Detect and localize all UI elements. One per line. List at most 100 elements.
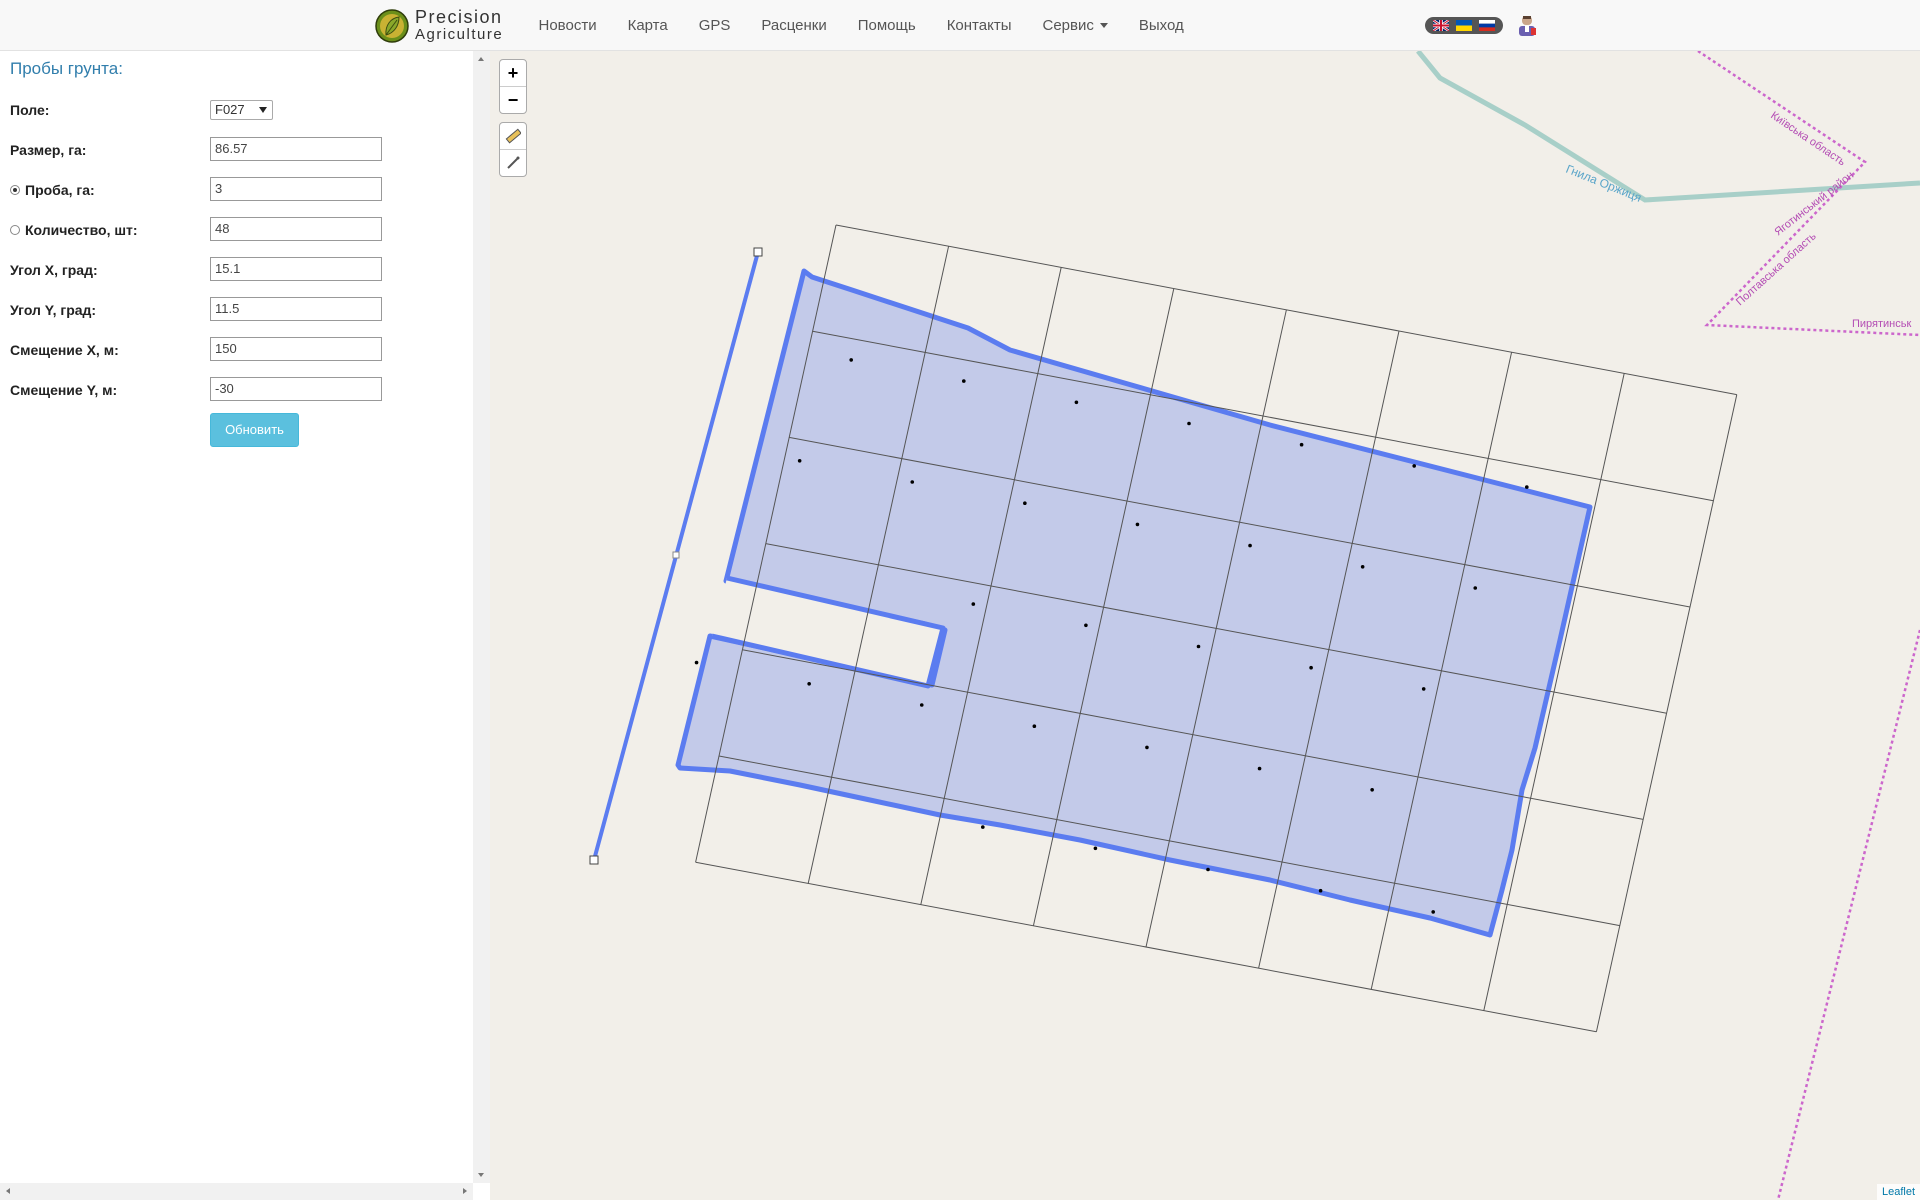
russia-flag-icon[interactable] [1479,20,1496,31]
sample-point[interactable] [849,358,853,362]
sample-point[interactable] [1093,846,1098,851]
nav-map[interactable]: Карта [612,17,683,34]
nav-service-label: Сервис [1042,16,1094,34]
offset-y-label: Смещение Y, м: [10,382,118,398]
angle-x-row: Угол X, град: [10,257,98,283]
sample-point[interactable] [910,480,915,484]
sample-point[interactable] [1074,400,1079,405]
attribution-link[interactable]: Leaflet [1882,1186,1915,1198]
ruler-icon [505,128,521,144]
user-avatar-icon[interactable] [1516,15,1538,37]
map-attribution[interactable]: Leaflet [1876,1184,1920,1200]
map-layer: Гнила Оржиця Київська область Яготинськи… [589,51,1920,1200]
size-input[interactable]: 86.57 [210,137,382,161]
river-label: Гнила Оржиця [1564,162,1644,205]
ruler-tool-button[interactable] [500,123,526,150]
offset-x-input[interactable]: 150 [210,337,382,361]
field-select[interactable]: F027 [210,100,273,120]
poltava-region-label: Полтавська область [1734,230,1819,308]
zoom-in-button[interactable]: + [500,60,526,87]
angle-y-row: Угол Y, град: [10,297,96,323]
nav-help[interactable]: Помощь [842,17,931,34]
scroll-down-icon[interactable] [478,1173,484,1177]
sample-point[interactable] [797,459,802,463]
panel-horizontal-scrollbar[interactable] [0,1183,473,1200]
soil-samples-panel: Пробы грунта: Поле: F027 Размер, га: 86.… [0,51,473,1200]
angle-y-input[interactable]: 11.5 [210,297,382,321]
district-boundary-line [1776,629,1920,1200]
sample-point[interactable] [962,379,966,383]
sample-point[interactable] [1473,586,1478,590]
sample-point[interactable] [1206,867,1210,872]
nav-logout[interactable]: Выход [1123,17,1199,34]
angle-x-label: Угол X, град: [10,262,98,278]
sample-point[interactable] [981,825,985,829]
count-radio[interactable] [10,225,20,235]
top-navbar: Precision Agriculture Новости Карта GPS … [0,0,1920,51]
scroll-up-icon[interactable] [478,57,484,61]
field-select-value: F027 [215,102,245,117]
nav-pricing[interactable]: Расценки [746,17,842,34]
nav-gps[interactable]: GPS [683,17,746,34]
sample-point[interactable] [1370,788,1374,792]
panel-title: Пробы грунта: [10,59,123,78]
offset-y-input[interactable]: -30 [210,377,382,401]
offset-x-label: Смещение X, м: [10,342,119,358]
sample-point[interactable] [971,602,976,606]
zoom-out-button[interactable]: − [500,87,526,113]
sample-point[interactable] [1032,724,1037,728]
language-switcher [1425,17,1503,34]
sample-radio[interactable] [10,185,20,195]
sample-point[interactable] [807,682,811,686]
brand-subtitle: Agriculture [415,26,504,43]
yagotyn-district-label: Яготинський район [1772,169,1856,238]
field-row: Поле: [10,97,49,123]
vertex-handle[interactable] [589,855,599,865]
size-label: Размер, га: [10,142,87,158]
sample-input[interactable]: 3 [210,177,382,201]
sample-point[interactable] [1257,766,1262,771]
nav-contacts[interactable]: Контакты [931,17,1027,34]
midpoint-handle[interactable] [672,551,680,559]
size-row: Размер, га: [10,137,86,163]
sample-point[interactable] [1431,910,1435,914]
sample-point[interactable] [1421,687,1426,691]
map-canvas[interactable]: Гнила Оржиця Київська область Яготинськи… [490,51,1920,1200]
scroll-right-icon[interactable] [463,1188,467,1194]
panel-vertical-scrollbar[interactable] [473,51,490,1183]
ukraine-flag-icon[interactable] [1455,20,1472,31]
sample-point[interactable] [1196,644,1201,649]
sample-point[interactable] [1299,442,1304,447]
sample-point[interactable] [1145,745,1149,750]
nav-news[interactable]: Новости [523,17,612,34]
sample-point[interactable] [1023,501,1027,506]
scroll-left-icon[interactable] [6,1188,10,1194]
field-label: Поле: [10,102,50,118]
sample-point[interactable] [694,660,699,665]
sample-point[interactable] [1248,543,1252,548]
sample-point[interactable] [1525,485,1529,489]
uk-flag-icon[interactable] [1432,20,1449,31]
select-arrow-icon [259,107,267,113]
count-row: Количество, шт: [10,217,138,243]
nav-service-dropdown[interactable]: Сервис [1027,17,1123,34]
brand-logo[interactable]: Precision Agriculture [375,8,503,44]
zoom-control: + − [499,59,527,114]
sample-point[interactable] [1318,888,1323,893]
sample-point[interactable] [1187,421,1191,426]
update-button[interactable]: Обновить [210,413,299,447]
sample-point[interactable] [1084,623,1088,628]
globe-leaf-icon [375,9,409,43]
sample-point[interactable] [919,703,924,707]
offset-y-row: Смещение Y, м: [10,377,117,403]
sample-point[interactable] [1360,565,1365,569]
sample-label: Проба, га: [25,182,95,198]
count-input[interactable]: 48 [210,217,382,241]
sample-point[interactable] [1412,464,1416,468]
draw-line-tool-button[interactable] [500,150,526,176]
caret-down-icon [1099,22,1108,28]
vertex-handle[interactable] [753,247,763,257]
angle-x-input[interactable]: 15.1 [210,257,382,281]
sample-point[interactable] [1135,522,1140,527]
sample-point[interactable] [1309,665,1313,670]
